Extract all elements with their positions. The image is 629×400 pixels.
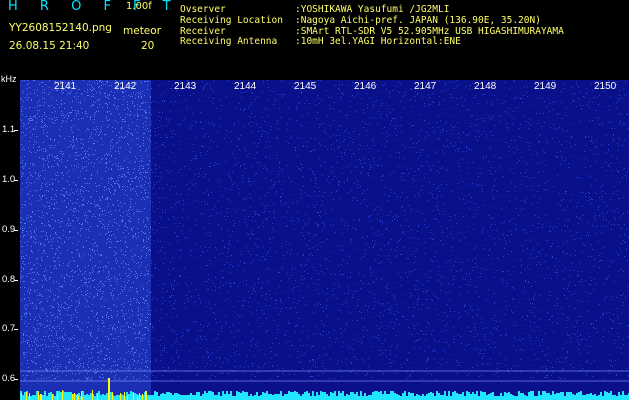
- station-value: :Nagoya Aichi-pref. JAPAN (136.90E, 35.2…: [295, 14, 541, 26]
- y-tick-mark: [14, 329, 18, 330]
- y-tick-mark: [14, 280, 18, 281]
- x-tick-label: 2145: [294, 81, 317, 92]
- meteor-count-value: 20: [141, 40, 155, 52]
- station-key: Receiving Location: [180, 14, 283, 26]
- station-key: Receiving Antenna: [180, 36, 278, 48]
- x-tick-label: 2142: [114, 81, 137, 92]
- x-tick-label: 2144: [234, 81, 257, 92]
- spectrogram: [20, 80, 629, 400]
- app-logo: H R O F F T: [8, 0, 180, 14]
- x-tick-label: 2143: [174, 81, 197, 92]
- y-tick-mark: [14, 180, 18, 181]
- station-value: :YOSHIKAWA Yasufumi /JG2MLI: [295, 4, 450, 15]
- y-tick-mark: [14, 130, 18, 131]
- x-tick-label: 2141: [54, 81, 77, 92]
- x-tick-label: 2150: [594, 81, 617, 92]
- image-file-name: YY2608152140.png: [9, 22, 112, 34]
- capture-datetime: 26.08.15 21:40: [9, 40, 90, 52]
- y-tick-mark: [14, 230, 18, 231]
- y-tick-mark: [14, 379, 18, 380]
- meteor-count-label: meteor: [123, 25, 162, 37]
- station-info: Ovserver:YOSHIKAWA Yasufumi /JG2MLI Rece…: [180, 4, 564, 48]
- x-tick-label: 2149: [534, 81, 557, 92]
- y-axis-unit: kHz: [1, 74, 17, 84]
- station-value: :SMArt RTL-SDR V5 52.905MHz USB HIGASHIM…: [295, 25, 564, 37]
- x-tick-label: 2148: [474, 81, 497, 92]
- hrofft-window: H R O F F T 1.00f YY2608152140.png 26.08…: [0, 0, 629, 400]
- station-value: :10mH 3el.YAGI Horizontal:ENE: [295, 36, 461, 48]
- x-tick-label: 2146: [354, 81, 377, 92]
- x-tick-label: 2147: [414, 81, 437, 92]
- station-info-row: Receiving Antenna :10mH 3el.YAGI Horizont…: [180, 36, 564, 48]
- app-version: 1.00f: [126, 1, 152, 12]
- spectrogram-canvas: [20, 80, 629, 400]
